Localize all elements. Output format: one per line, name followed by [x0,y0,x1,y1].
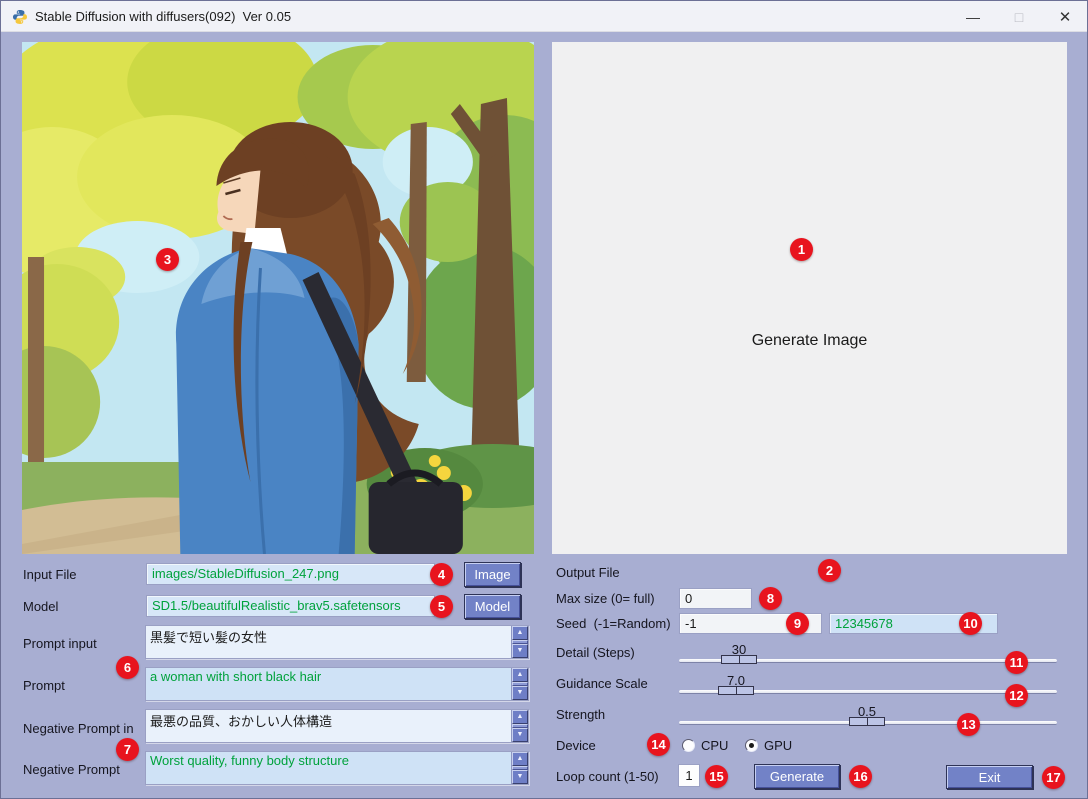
titlebar: Stable Diffusion with diffusers(092) Ver… [1,1,1087,32]
app-window: Stable Diffusion with diffusers(092) Ver… [0,0,1088,799]
step-badge-7: 7 [116,738,139,761]
step-badge-4: 4 [430,563,453,586]
scroll-up-icon[interactable]: ▲ [512,626,528,640]
step-badge-14: 14 [647,733,670,756]
prompt-label: Prompt [23,678,65,693]
park-girl-illustration [22,42,534,554]
loop-count-field[interactable]: 1 [678,764,700,787]
max-size-field[interactable]: 0 [679,588,752,609]
window-title: Stable Diffusion with diffusers(092) Ver… [35,9,291,24]
step-badge-16: 16 [849,765,872,788]
step-badge-11: 11 [1005,651,1028,674]
negative-prompt-textarea[interactable]: Worst quality, funny body structure ▲ ▼ [145,751,529,785]
scroll-down-icon[interactable]: ▼ [512,728,528,742]
step-badge-13: 13 [957,713,980,736]
maximize-button: □ [996,1,1042,32]
step-badge-8: 8 [759,587,782,610]
step-badge-1: 1 [790,238,813,261]
step-badge-15: 15 [705,765,728,788]
scroll-down-icon[interactable]: ▼ [512,686,528,700]
prompt-input-label: Prompt input [23,636,97,651]
prompt-input-scrollbar[interactable]: ▲ ▼ [511,626,528,658]
image-button[interactable]: Image [464,562,521,587]
loop-count-label: Loop count (1-50) [556,769,659,784]
negative-prompt-in-scrollbar[interactable]: ▲ ▼ [511,710,528,742]
model-field[interactable]: SD1.5/beautifulRealistic_brav5.safetenso… [146,595,435,617]
scroll-up-icon[interactable]: ▲ [512,710,528,724]
step-badge-2: 2 [818,559,841,582]
prompt-input-textarea[interactable]: 黒髪で短い髪の女性 ▲ ▼ [145,625,529,659]
model-button[interactable]: Model [464,594,521,619]
input-file-field[interactable]: images/StableDiffusion_247.png [146,563,435,585]
prompt-textarea[interactable]: a woman with short black hair ▲ ▼ [145,667,529,701]
scroll-up-icon[interactable]: ▲ [512,752,528,766]
scroll-up-icon[interactable]: ▲ [512,668,528,682]
step-badge-3: 3 [156,248,179,271]
generate-image-message: Generate Image [552,332,1067,350]
scroll-down-icon[interactable]: ▼ [512,770,528,784]
output-file-label: Output File [556,565,620,580]
scroll-down-icon[interactable]: ▼ [512,644,528,658]
generate-button[interactable]: Generate [754,764,840,789]
input-image-preview: 3 [22,42,534,554]
step-badge-6: 6 [116,656,139,679]
cpu-radio[interactable] [682,739,695,752]
step-badge-9: 9 [786,612,809,635]
output-image-panel: 1 Generate Image [552,42,1067,554]
close-button[interactable]: ✕ [1042,1,1088,32]
seed-label: Seed (-1=Random) [556,616,671,631]
python-app-icon [12,9,28,25]
guidance-label: Guidance Scale [556,676,648,691]
input-file-label: Input File [23,567,76,582]
minimize-button[interactable]: — [950,1,996,32]
gpu-radio-label[interactable]: GPU [764,738,792,753]
strength-slider-handle[interactable] [849,717,885,726]
negative-prompt-in-textarea[interactable]: 最悪の品質、おかしい人体構造 ▲ ▼ [145,709,529,743]
negative-prompt-scrollbar[interactable]: ▲ ▼ [511,752,528,784]
step-badge-12: 12 [1005,684,1028,707]
steps-slider-handle[interactable] [721,655,757,664]
prompt-scrollbar[interactable]: ▲ ▼ [511,668,528,700]
gpu-radio[interactable] [745,739,758,752]
device-label: Device [556,738,596,753]
strength-label: Strength [556,707,605,722]
step-badge-17: 17 [1042,766,1065,789]
step-badge-5: 5 [430,595,453,618]
step-badge-10: 10 [959,612,982,635]
exit-button[interactable]: Exit [946,765,1033,789]
guidance-slider-handle[interactable] [718,686,754,695]
negative-prompt-in-label: Negative Prompt in [23,721,134,736]
negative-prompt-label: Negative Prompt [23,762,120,777]
steps-label: Detail (Steps) [556,645,635,660]
max-size-label: Max size (0= full) [556,591,655,606]
model-label: Model [23,599,58,614]
cpu-radio-label[interactable]: CPU [701,738,728,753]
